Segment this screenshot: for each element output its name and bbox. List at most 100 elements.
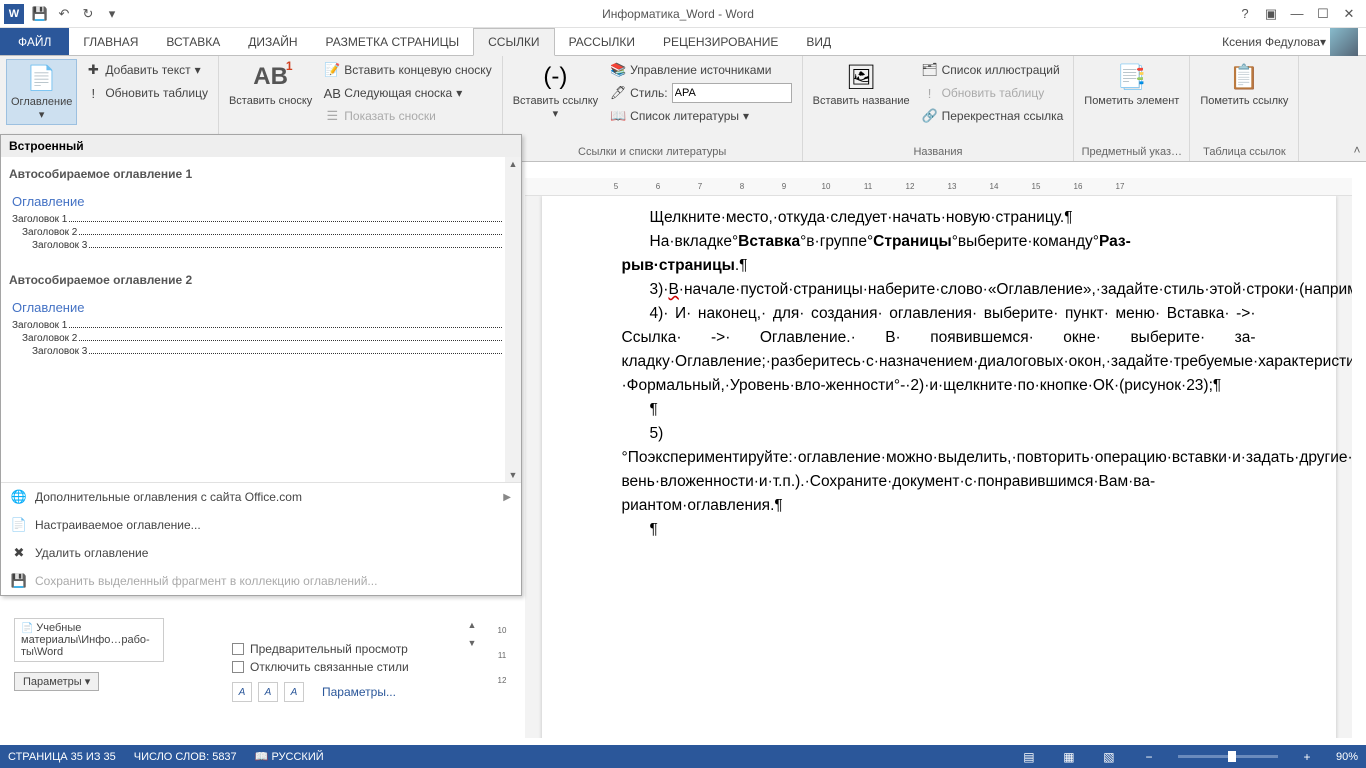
- caption-icon: 🖼: [845, 61, 877, 93]
- add-text-icon: ✚: [85, 62, 101, 78]
- print-layout-icon[interactable]: ▦: [1058, 748, 1080, 766]
- bibliography-icon: 📖: [610, 108, 626, 124]
- insert-citation-button[interactable]: (-) Вставить ссылку▾: [509, 59, 602, 123]
- insert-footnote-button[interactable]: AB1 Вставить сноску: [225, 59, 316, 110]
- tab-references[interactable]: ССЫЛКИ: [473, 28, 554, 56]
- parameters-button[interactable]: Параметры ▾: [14, 672, 99, 691]
- doc-line[interactable]: ¶: [622, 518, 1256, 542]
- toc-icon: 📄: [26, 62, 58, 94]
- custom-toc-icon: 📄: [11, 517, 27, 533]
- zoom-in-icon[interactable]: +: [1296, 748, 1318, 766]
- status-page[interactable]: СТРАНИЦА 35 ИЗ 35: [8, 751, 116, 763]
- horizontal-ruler[interactable]: 567891011121314151617: [525, 178, 1352, 196]
- tab-file[interactable]: ФАЙЛ: [0, 28, 69, 55]
- endnote-icon: 📝: [324, 62, 340, 78]
- citation-icon: (-): [539, 61, 571, 93]
- insert-caption-button[interactable]: 🖼 Вставить название: [809, 59, 914, 110]
- zoom-slider[interactable]: [1178, 755, 1278, 758]
- office-icon: 🌐: [11, 489, 27, 505]
- manage-sources-icon: 📚: [610, 62, 626, 78]
- more-toc-office[interactable]: 🌐Дополнительные оглавления с сайта Offic…: [1, 483, 521, 511]
- web-layout-icon[interactable]: ▧: [1098, 748, 1120, 766]
- cross-reference-button[interactable]: 🔗Перекрестная ссылка: [918, 105, 1068, 127]
- doc-line[interactable]: На·вкладке°Вставка°в·группе°Страницы°выб…: [622, 230, 1256, 278]
- add-text-button[interactable]: ✚Добавить текст ▾: [81, 59, 212, 81]
- doc-line[interactable]: 3)·В·начале·пустой·страницы·наберите·сло…: [622, 278, 1256, 302]
- collapse-ribbon-icon[interactable]: ˄: [1348, 56, 1366, 161]
- maximize-icon[interactable]: ☐: [1310, 2, 1336, 26]
- update-toc-button[interactable]: !Обновить таблицу: [81, 82, 212, 104]
- close-icon[interactable]: ✕: [1336, 2, 1362, 26]
- tab-mailings[interactable]: РАССЫЛКИ: [555, 28, 649, 55]
- mark-citation-button[interactable]: 📋 Пометить ссылку: [1196, 59, 1292, 110]
- zoom-out-icon[interactable]: −: [1138, 748, 1160, 766]
- update-figures-button: !Обновить таблицу: [918, 82, 1068, 104]
- doc-line[interactable]: 4)· И· наконец,· для· создания· оглавлен…: [622, 302, 1256, 398]
- read-mode-icon[interactable]: ▤: [1018, 748, 1040, 766]
- next-footnote-icon: AB: [324, 85, 340, 101]
- toa-icon: 📋: [1228, 61, 1260, 93]
- table-of-figures-button[interactable]: 🗂Список иллюстраций: [918, 59, 1068, 81]
- toc-button[interactable]: 📄 Оглавление▾: [6, 59, 77, 125]
- custom-toc[interactable]: 📄Настраиваемое оглавление...: [1, 511, 521, 539]
- preview-checkbox[interactable]: Предварительный просмотр: [232, 640, 409, 658]
- navigation-item[interactable]: 📄 Учебные материалы\Инфо…рабо-ты\Word: [14, 618, 164, 662]
- show-footnotes-icon: ☰: [324, 108, 340, 124]
- toc-dropdown-panel: Встроенный Автособираемое оглавление 1 О…: [0, 134, 522, 596]
- doc-line[interactable]: Щелкните·место,·откуда·следует·начать·но…: [622, 206, 1256, 230]
- bibliography-button[interactable]: 📖Список литературы ▾: [606, 105, 795, 127]
- toc-preset-2[interactable]: Оглавление Заголовок 11 Заголовок 21 Заг…: [5, 293, 517, 365]
- mark-index-entry-button[interactable]: 📑 Пометить элемент: [1080, 59, 1183, 110]
- style-btn-3[interactable]: A: [284, 682, 304, 702]
- toc-preview-title: Оглавление: [12, 194, 510, 209]
- avatar: [1330, 28, 1358, 56]
- figures-icon: 🗂: [922, 62, 938, 78]
- undo-icon[interactable]: ↶: [52, 2, 76, 26]
- qat-dropdown-icon[interactable]: ▾: [100, 2, 124, 26]
- ribbon-options-icon[interactable]: ▣: [1258, 2, 1284, 26]
- doc-line[interactable]: 5)°Поэкспериментируйте:·оглавление·можно…: [622, 422, 1256, 518]
- document-area[interactable]: Щелкните·место,·откуда·следует·начать·но…: [525, 196, 1352, 738]
- remove-toc[interactable]: ✖Удалить оглавление: [1, 539, 521, 567]
- page[interactable]: Щелкните·место,·откуда·следует·начать·но…: [542, 196, 1336, 738]
- help-icon[interactable]: ?: [1232, 2, 1258, 26]
- insert-endnote-button[interactable]: 📝Вставить концевую сноску: [320, 59, 495, 81]
- tab-layout[interactable]: РАЗМЕТКА СТРАНИЦЫ: [312, 28, 474, 55]
- tab-review[interactable]: РЕЦЕНЗИРОВАНИЕ: [649, 28, 792, 55]
- vertical-ruler: 101112: [493, 618, 511, 693]
- next-footnote-button[interactable]: ABСледующая сноска ▾: [320, 82, 495, 104]
- style-btn-2[interactable]: A: [258, 682, 278, 702]
- save-icon[interactable]: 💾: [28, 2, 52, 26]
- redo-icon[interactable]: ↻: [76, 2, 100, 26]
- scroll-down-icon[interactable]: ▼: [509, 468, 518, 482]
- tab-home[interactable]: ГЛАВНАЯ: [69, 28, 152, 55]
- app-icon: W: [4, 4, 24, 24]
- parameters-link[interactable]: Параметры...: [322, 685, 396, 699]
- crossref-icon: 🔗: [922, 108, 938, 124]
- user-name[interactable]: Ксения Федулова ▾: [1214, 28, 1366, 55]
- toc-preset-1-title: Автособираемое оглавление 1: [5, 161, 517, 187]
- footnote-icon: AB1: [255, 61, 287, 93]
- citation-style-row[interactable]: 🖊Стиль:: [606, 82, 795, 104]
- manage-sources-button[interactable]: 📚Управление источниками: [606, 59, 795, 81]
- toc-preview-title-2: Оглавление: [12, 300, 510, 315]
- group-captions-label: Названия: [809, 144, 1068, 161]
- tab-insert[interactable]: ВСТАВКА: [152, 28, 234, 55]
- toc-preset-1[interactable]: Оглавление Заголовок 11 Заголовок 21 Заг…: [5, 187, 517, 259]
- tab-view[interactable]: ВИД: [792, 28, 845, 55]
- toc-section-builtin: Встроенный: [1, 135, 521, 157]
- document-title: Информатика_Word - Word: [124, 7, 1232, 21]
- toc-preset-2-title: Автособираемое оглавление 2: [5, 267, 517, 293]
- citation-style-select[interactable]: [672, 83, 792, 103]
- styles-scrollbar[interactable]: ▲▼: [463, 618, 481, 650]
- zoom-value[interactable]: 90%: [1336, 751, 1358, 763]
- doc-line[interactable]: ¶: [622, 398, 1256, 422]
- status-words[interactable]: ЧИСЛО СЛОВ: 5837: [134, 751, 237, 763]
- disable-linked-checkbox[interactable]: Отключить связанные стили: [232, 658, 409, 676]
- minimize-icon[interactable]: —: [1284, 2, 1310, 26]
- scroll-up-icon[interactable]: ▲: [509, 157, 518, 171]
- tab-design[interactable]: ДИЗАЙН: [234, 28, 311, 55]
- style-btn-1[interactable]: A: [232, 682, 252, 702]
- gallery-scrollbar[interactable]: ▲▼: [505, 157, 521, 482]
- status-lang[interactable]: 📖 РУССКИЙ: [255, 750, 324, 763]
